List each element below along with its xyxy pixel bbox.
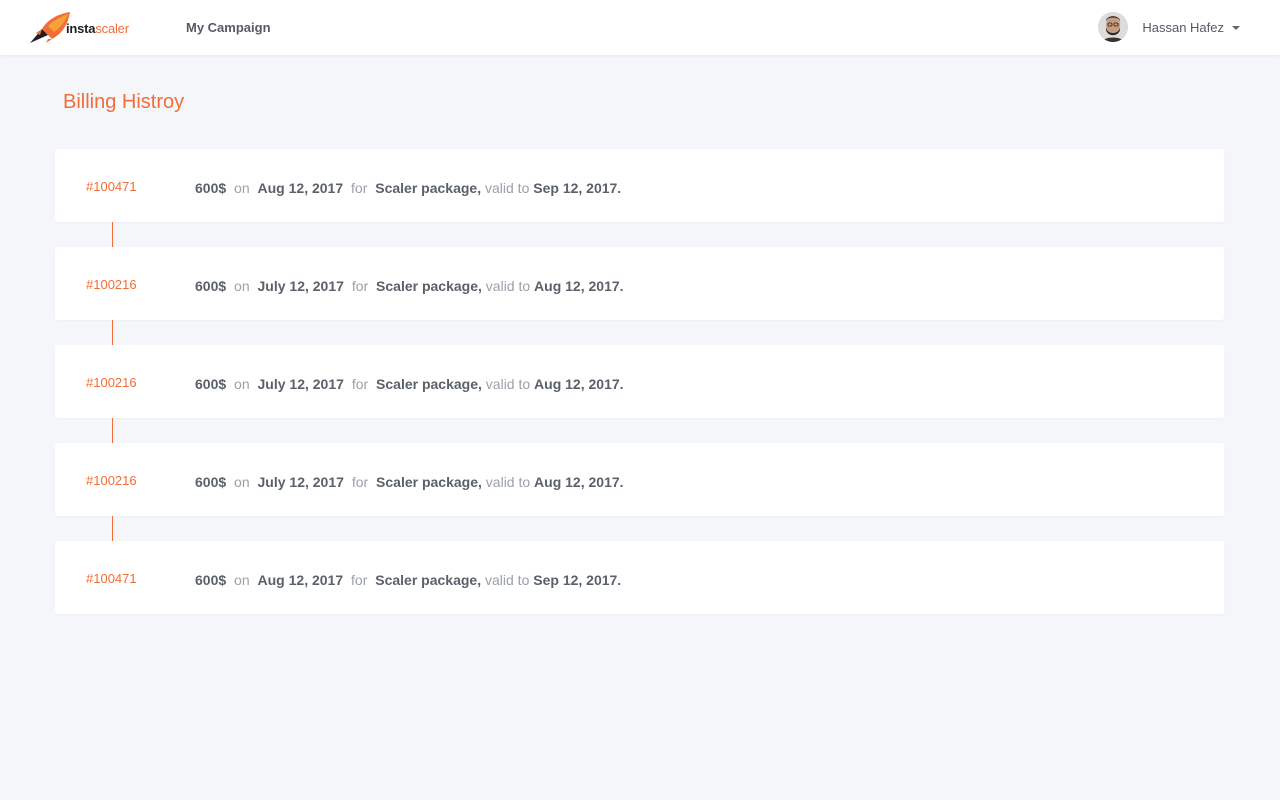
billing-date: July 12, 2017	[257, 376, 344, 392]
word-for: for	[351, 474, 369, 490]
billing-card: #100471 600$ on Aug 12, 2017 for Scaler …	[55, 541, 1224, 614]
billing-card: #100216 600$ on July 12, 2017 for Scaler…	[55, 345, 1224, 418]
invoice-id-link[interactable]: #100216	[86, 375, 137, 390]
user-avatar	[1098, 12, 1129, 42]
word-on: on	[234, 180, 250, 196]
word-valid-to: valid to	[485, 572, 530, 588]
billing-package: Scaler package,	[376, 474, 482, 490]
billing-valid-until: Sep 12, 2017.	[533, 180, 622, 196]
page-title: Billing Histroy	[63, 91, 185, 113]
word-valid-to: valid to	[485, 180, 530, 196]
word-valid-to: valid to	[485, 376, 531, 392]
timeline-connector	[55, 320, 1224, 345]
chevron-down-icon	[1232, 26, 1240, 30]
word-valid-to: valid to	[485, 278, 531, 294]
top-navbar: instascaler My Campaign Hassan Hafez	[0, 0, 1280, 55]
billing-date: Aug 12, 2017	[257, 180, 344, 196]
billing-package: Scaler package,	[375, 180, 482, 196]
billing-date: July 12, 2017	[257, 278, 344, 294]
invoice-id-link[interactable]: #100216	[86, 277, 137, 292]
billing-card: #100216 600$ on July 12, 2017 for Scaler…	[55, 443, 1224, 516]
brand-logo[interactable]: instascaler	[28, 11, 138, 45]
timeline-connector	[55, 516, 1224, 541]
word-on: on	[234, 278, 250, 294]
billing-valid-until: Aug 12, 2017.	[534, 376, 624, 392]
timeline-connector	[55, 222, 1224, 247]
billing-amount: 600$	[195, 180, 227, 196]
invoice-id-link[interactable]: #100471	[86, 179, 137, 194]
user-menu[interactable]: Hassan Hafez	[1098, 11, 1240, 43]
billing-date: July 12, 2017	[257, 474, 344, 490]
billing-description: 600$ on July 12, 2017 for Scaler package…	[195, 278, 624, 294]
billing-date: Aug 12, 2017	[257, 572, 344, 588]
user-avatar-icon	[1098, 12, 1129, 42]
billing-description: 600$ on July 12, 2017 for Scaler package…	[195, 474, 624, 490]
billing-card: #100471 600$ on Aug 12, 2017 for Scaler …	[55, 149, 1224, 222]
billing-amount: 600$	[195, 474, 227, 490]
word-on: on	[234, 376, 250, 392]
word-for: for	[351, 180, 368, 196]
billing-amount: 600$	[195, 278, 227, 294]
word-valid-to: valid to	[485, 474, 531, 490]
billing-timeline: #100471 600$ on Aug 12, 2017 for Scaler …	[55, 149, 1224, 614]
billing-package: Scaler package,	[376, 278, 482, 294]
billing-amount: 600$	[195, 572, 227, 588]
word-for: for	[351, 278, 369, 294]
logo-text: instascaler	[66, 21, 129, 36]
word-for: for	[351, 376, 369, 392]
word-on: on	[234, 474, 250, 490]
billing-valid-until: Aug 12, 2017.	[534, 278, 624, 294]
billing-description: 600$ on Aug 12, 2017 for Scaler package,…	[195, 180, 621, 196]
nav-my-campaign[interactable]: My Campaign	[186, 20, 271, 35]
timeline-connector	[55, 418, 1224, 443]
user-name: Hassan Hafez	[1142, 19, 1224, 35]
billing-description: 600$ on Aug 12, 2017 for Scaler package,…	[195, 572, 621, 588]
billing-description: 600$ on July 12, 2017 for Scaler package…	[195, 376, 624, 392]
billing-amount: 600$	[195, 376, 227, 392]
billing-package: Scaler package,	[375, 572, 482, 588]
invoice-id-link[interactable]: #100216	[86, 473, 137, 488]
word-on: on	[234, 572, 250, 588]
billing-valid-until: Sep 12, 2017.	[533, 572, 622, 588]
billing-valid-until: Aug 12, 2017.	[534, 474, 624, 490]
billing-package: Scaler package,	[376, 376, 482, 392]
invoice-id-link[interactable]: #100471	[86, 571, 137, 586]
billing-card: #100216 600$ on July 12, 2017 for Scaler…	[55, 247, 1224, 320]
word-for: for	[351, 572, 368, 588]
